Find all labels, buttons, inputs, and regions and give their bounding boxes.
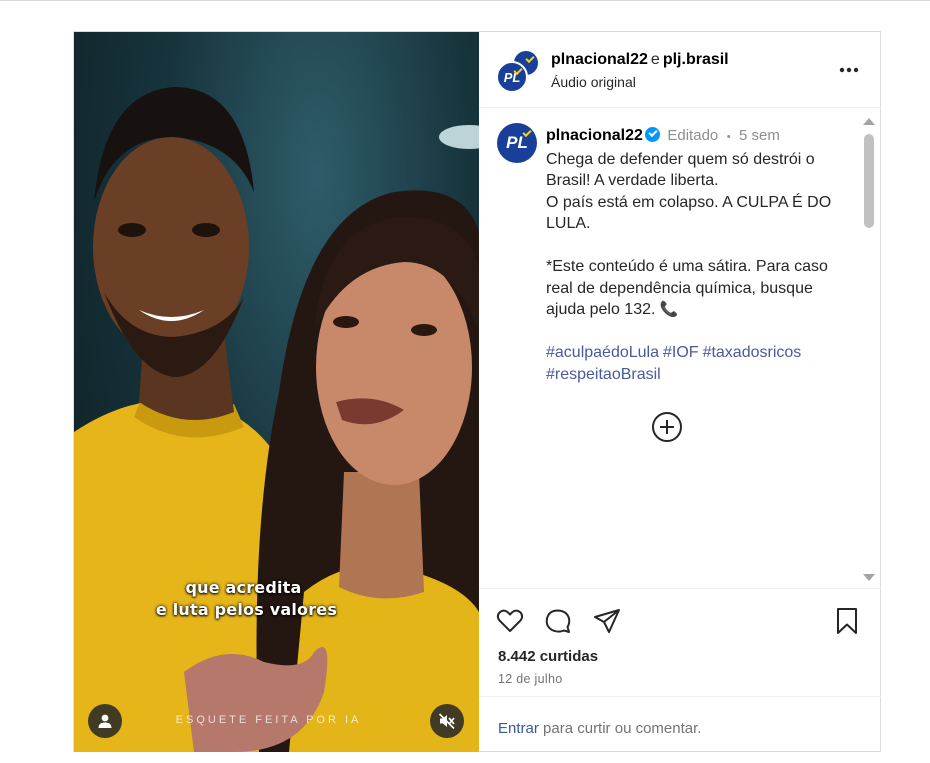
- author-primary-link[interactable]: plnacional22: [551, 51, 648, 68]
- caption-scrollbar[interactable]: [861, 114, 875, 586]
- login-prompt-text: para curtir ou comentar.: [543, 720, 702, 737]
- author-secondary-link[interactable]: plj.brasil: [663, 51, 729, 68]
- verified-badge-icon: [644, 127, 660, 142]
- login-link[interactable]: Entrar: [498, 720, 539, 737]
- post-time[interactable]: 5 sem: [739, 127, 780, 144]
- hashtag-link[interactable]: #IOF: [663, 344, 699, 361]
- post-date[interactable]: 12 de julho: [498, 672, 562, 686]
- video-player[interactable]: que acredita e luta pelos valores ESQUET…: [74, 32, 479, 752]
- page-top-border: [0, 0, 930, 1]
- caption-avatar[interactable]: PL: [497, 123, 537, 163]
- paper-plane-icon[interactable]: [592, 606, 622, 636]
- video-watermark: ESQUETE FEITA POR IA: [175, 714, 362, 726]
- bookmark-icon[interactable]: [832, 606, 862, 636]
- login-divider: [479, 696, 881, 697]
- edited-label: Editado: [667, 127, 719, 144]
- avatar-primary: PL: [496, 61, 528, 93]
- meta-dot: •: [726, 131, 731, 143]
- caption-line-3: *Este conteúdo é uma sátira. Para caso r…: [546, 258, 828, 318]
- author-joiner: e: [650, 51, 660, 68]
- telephone-icon: 📞: [659, 301, 679, 318]
- video-subtitle-line-1: que acredita: [185, 578, 302, 597]
- video-subtitle-line-2: e luta pelos valores: [155, 600, 338, 619]
- login-prompt: Entrar para curtir ou comentar.: [498, 720, 701, 737]
- ellipsis-icon: [839, 67, 859, 73]
- speaker-muted-icon: [438, 713, 455, 730]
- caption-body: plnacional22 Editado • 5 sem Chega de de…: [546, 125, 842, 385]
- caption-scroll-area[interactable]: PL plnacional22 Editado • 5 sem Chega de…: [479, 109, 881, 587]
- like-count[interactable]: 8.442 curtidas: [498, 648, 598, 665]
- post-modal: que acredita e luta pelos valores ESQUET…: [73, 31, 881, 752]
- action-bar: [479, 602, 881, 638]
- hashtag-link[interactable]: #taxadosricos: [703, 344, 802, 361]
- hashtag-link[interactable]: #aculpaédoLula: [546, 344, 659, 361]
- post-header: PL plnacional22 e plj.brasil Áudio origina…: [479, 32, 881, 108]
- hashtag-link[interactable]: #respeitaoBrasil: [546, 366, 661, 383]
- caption-line-2: O país está em colapso. A CULPA É DO LUL…: [546, 193, 832, 233]
- caption-username[interactable]: plnacional22: [546, 127, 643, 144]
- comment-bubble-icon[interactable]: [543, 606, 573, 636]
- scroll-up-arrow-icon[interactable]: [863, 118, 875, 125]
- video-frame: [74, 87, 479, 752]
- tagged-users-button[interactable]: [88, 704, 122, 738]
- hashtag-list: #aculpaédoLula #IOF #taxadosricos #respeita…: [546, 342, 842, 385]
- scroll-down-arrow-icon[interactable]: [863, 574, 875, 581]
- more-options-button[interactable]: [839, 62, 859, 73]
- actions-divider: [479, 588, 881, 589]
- mute-button[interactable]: [430, 704, 464, 738]
- scroll-thumb[interactable]: [864, 134, 874, 228]
- caption-line-1: Chega de defender quem só destrói o Bras…: [546, 150, 815, 190]
- user-icon: [98, 714, 112, 728]
- collab-avatars[interactable]: PL: [496, 49, 540, 93]
- load-more-comments-button[interactable]: [652, 412, 682, 442]
- heart-icon[interactable]: [495, 606, 525, 636]
- post-details-panel: PL plnacional22 e plj.brasil Áudio origina…: [479, 32, 881, 752]
- audio-link[interactable]: Áudio original: [551, 74, 636, 90]
- post-authors: plnacional22 e plj.brasil: [551, 51, 729, 69]
